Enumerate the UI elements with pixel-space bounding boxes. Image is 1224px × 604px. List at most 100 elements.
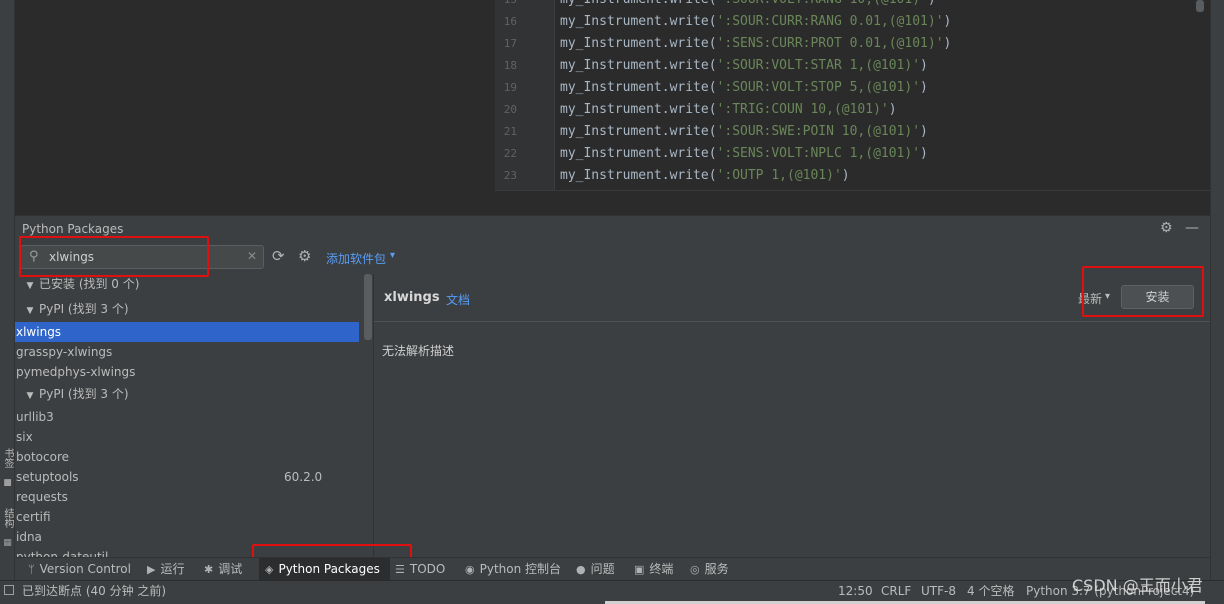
tab-services[interactable]: ◎ 服务	[690, 558, 729, 581]
code-call: my_Instrument.write(	[560, 14, 717, 29]
docs-link[interactable]: 文档	[446, 291, 470, 308]
code-call: my_Instrument.write(	[560, 146, 717, 161]
list-item-xlwings[interactable]: xlwings	[15, 322, 359, 342]
editor-scrollbar[interactable]	[1196, 0, 1204, 12]
watermark: CSDN @王而小君	[1072, 576, 1203, 595]
tab-run[interactable]: ▶ 运行	[147, 558, 184, 581]
table-row[interactable]: requests	[15, 487, 359, 507]
tab-python-console[interactable]: ◉ Python 控制台	[465, 558, 561, 581]
chevron-down-icon[interactable]: ▾	[1105, 291, 1110, 302]
expand-triangle-icon: ▼	[26, 306, 34, 316]
code-paren: )	[841, 168, 850, 183]
editor-footer	[495, 190, 1210, 213]
code-text: my_Instrument.write(':SOUR:CURR:RANG 0.0…	[560, 11, 951, 33]
code-call: my_Instrument.write(	[560, 102, 717, 117]
code-call: my_Instrument.write(	[560, 58, 717, 73]
search-box[interactable]: ⚲ ✕	[20, 245, 264, 269]
python-icon: ◉	[465, 563, 475, 576]
indent-setting[interactable]: 4 个空格	[967, 581, 1014, 601]
clear-icon[interactable]: ✕	[247, 249, 257, 263]
code-text: my_Instrument.write(':SENS:CURR:PROT 0.0…	[560, 33, 951, 55]
play-icon: ▶	[147, 563, 156, 576]
code-paren: )	[920, 80, 928, 95]
settings-icon[interactable]: ⚙	[298, 247, 311, 265]
python-packages-panel: Python Packages ⚙ — ⚲ ✕ ⟳ ⚙ 添加软件包 ▾ ▼已安装…	[15, 215, 1210, 558]
bookmarks-tab[interactable]: 书签	[0, 448, 15, 468]
package-name: requests	[16, 490, 68, 504]
package-name: setuptools	[16, 470, 79, 484]
bug-icon: ✱	[204, 563, 214, 576]
tab-terminal[interactable]: ▣ 终端	[634, 558, 673, 581]
line-number: 19	[503, 81, 517, 94]
code-string: ':OUTP 1,(@101)'	[716, 168, 842, 183]
code-paren: )	[928, 0, 936, 7]
table-row[interactable]: urllib3	[15, 407, 359, 427]
search-icon: ⚲	[29, 249, 39, 264]
package-name: xlwings	[384, 290, 440, 305]
search-input[interactable]	[49, 248, 239, 266]
tool-window-bar: ᛘ Version Control ▶ 运行 ✱ 调试 ◈ Python Package…	[15, 557, 1210, 581]
line-ending[interactable]: CRLF	[881, 581, 911, 601]
code-string: ':TRIG:COUN 10,(@101)'	[716, 102, 889, 117]
table-row[interactable]: botocore	[15, 447, 359, 467]
left-tool-strip: 书签 ■ 结构 ▦	[0, 0, 15, 580]
line-number: 16	[503, 15, 517, 28]
code-paren: )	[943, 36, 952, 51]
list-item[interactable]: grasspy-xlwings	[15, 342, 359, 362]
minimize-icon[interactable]: —	[1185, 220, 1199, 236]
package-name: botocore	[16, 450, 69, 464]
table-row[interactable]: setuptools 60.2.0	[15, 467, 359, 487]
installed-group[interactable]: ▼ 已安装 (找到 0 个)	[15, 274, 140, 294]
code-string: ':SOUR:VOLT:STAR 1,(@101)'	[716, 58, 921, 73]
tab-debug[interactable]: ✱ 调试	[204, 558, 242, 581]
code-text: my_Instrument.write(':SENS:VOLT:NPLC 1,(…	[560, 143, 928, 165]
code-string: ':SOUR:CURR:RANG 0.01,(@101)'	[716, 14, 944, 29]
table-row[interactable]: certifi	[15, 507, 359, 527]
gear-icon[interactable]: ⚙	[1160, 220, 1173, 236]
file-encoding[interactable]: UTF-8	[921, 581, 956, 601]
table-row[interactable]: idna	[15, 527, 359, 547]
code-text: my_Instrument.write(':SOUR:SWE:POIN 10,(…	[560, 121, 928, 143]
line-number: 18	[503, 59, 517, 72]
panel-header: Python Packages ⚙ —	[15, 216, 1210, 242]
chevron-down-icon[interactable]: ▾	[390, 250, 395, 261]
project-pane	[15, 0, 495, 213]
services-icon: ◎	[690, 563, 700, 576]
code-string: ':SENS:VOLT:NPLC 1,(@101)'	[716, 146, 921, 161]
code-paren: )	[920, 146, 928, 161]
pypi-group-1[interactable]: ▼ PyPI (找到 3 个)	[15, 299, 129, 319]
structure-tab[interactable]: 结构	[0, 508, 15, 528]
package-name: certifi	[16, 510, 51, 524]
terminal-icon: ▣	[634, 563, 645, 576]
package-name: six	[16, 430, 33, 444]
tab-python-packages[interactable]: ◈ Python Packages	[259, 558, 390, 581]
list-item[interactable]: pymedphys-xlwings	[15, 362, 359, 382]
install-button[interactable]: 安装	[1121, 285, 1194, 309]
expand-triangle-icon: ▼	[26, 391, 34, 401]
table-row[interactable]: six	[15, 427, 359, 447]
status-bar: 已到达断点 (40 分钟 之前) 12:50 CRLF UTF-8 4 个空格 …	[0, 580, 1224, 604]
version-select[interactable]: 最新	[1078, 290, 1102, 307]
list-scrollbar[interactable]	[364, 274, 372, 340]
code-call: my_Instrument.write(	[560, 124, 717, 139]
code-text: my_Instrument.write(':SOUR:VOLT:RANG 10,…	[560, 0, 936, 11]
tab-version-control[interactable]: ᛘ Version Control	[28, 558, 131, 581]
panel-title: Python Packages	[22, 222, 124, 236]
add-package-link[interactable]: 添加软件包	[326, 250, 386, 267]
line-number: 21	[503, 125, 517, 138]
line-number: 17	[503, 37, 517, 50]
info-icon: ●	[576, 563, 586, 576]
code-editor[interactable]: 15my_Instrument.write(':SOUR:VOLT:RANG 1…	[495, 0, 1210, 213]
tab-problems[interactable]: ● 问题	[576, 558, 615, 581]
bookmarks-label: 书签	[2, 448, 13, 468]
structure-icon: ▦	[2, 538, 13, 548]
code-string: ':SENS:CURR:PROT 0.01,(@101)'	[716, 36, 944, 51]
status-message[interactable]: 已到达断点 (40 分钟 之前)	[22, 581, 166, 601]
refresh-icon[interactable]: ⟳	[272, 247, 285, 265]
caret-position[interactable]: 12:50	[838, 581, 873, 601]
code-paren: )	[888, 102, 897, 117]
status-icon[interactable]	[4, 585, 14, 595]
tab-todo[interactable]: ☰ TODO	[395, 558, 445, 581]
pypi-group-2[interactable]: ▼ PyPI (找到 3 个)	[15, 384, 129, 404]
package-description: 无法解析描述	[382, 344, 455, 358]
